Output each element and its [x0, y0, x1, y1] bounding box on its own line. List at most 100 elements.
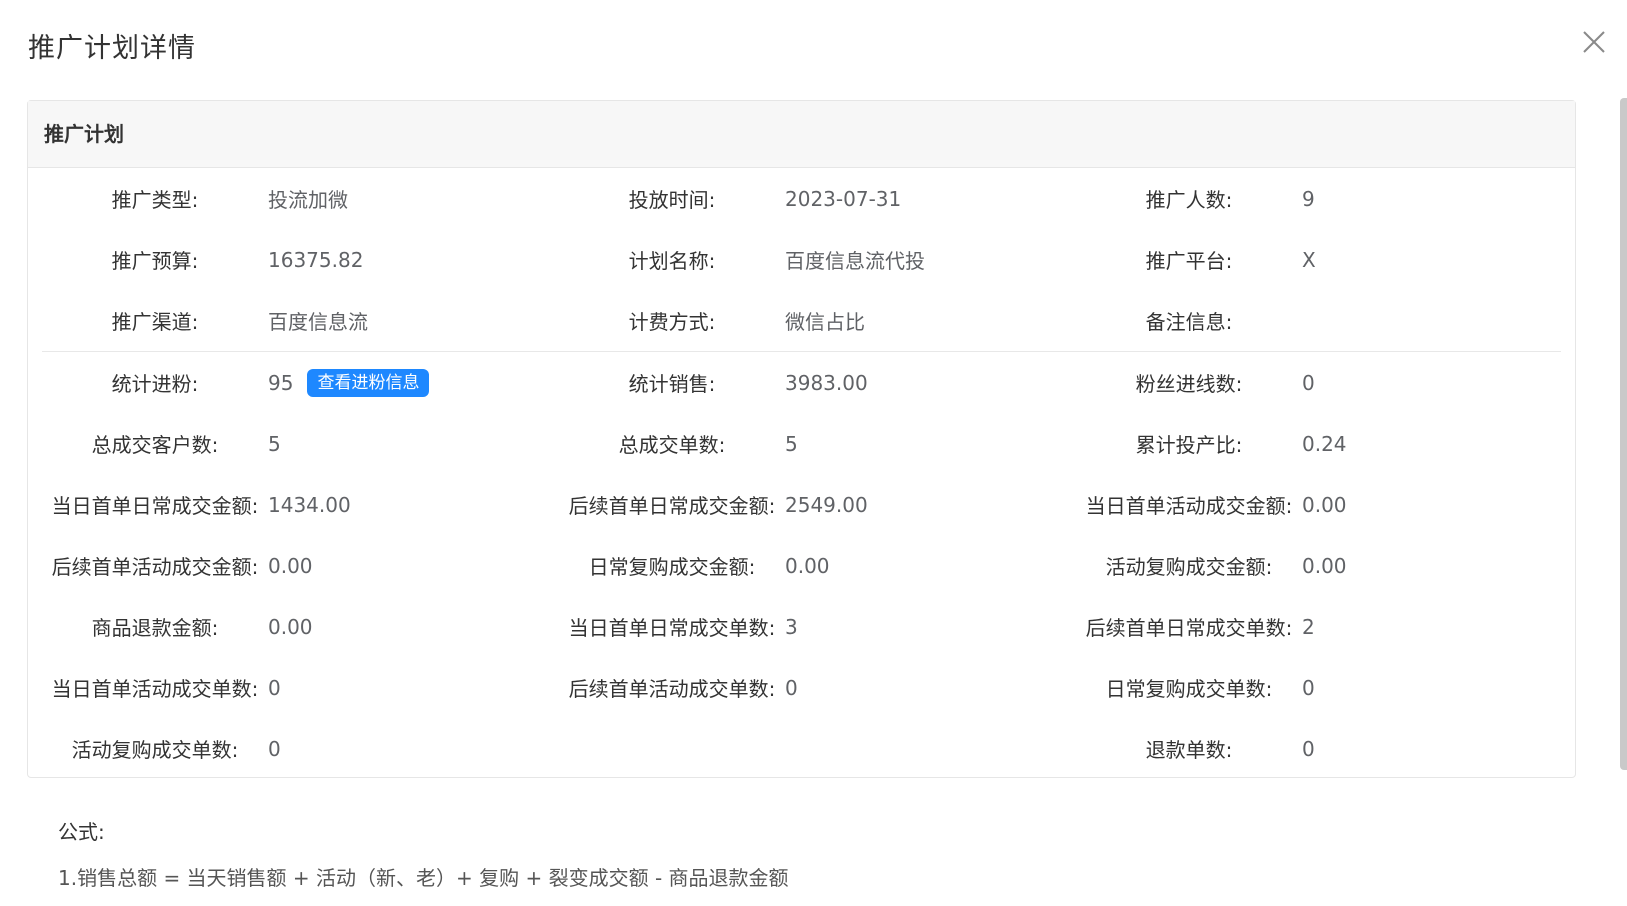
- formula-line: 1.销售总额 = 当天销售额 + 活动（新、老）+ 复购 + 裂变成交额 - 商…: [58, 866, 789, 890]
- detail-value-text: 投流加微: [268, 188, 348, 212]
- detail-value-text: 95: [268, 370, 294, 395]
- detail-label: 备注信息:: [1145, 310, 1233, 334]
- detail-value-text: 百度信息流: [268, 310, 368, 334]
- detail-value: 0.00: [785, 554, 830, 578]
- detail-item: 当日首单日常成交金额: 1434.00: [42, 474, 559, 535]
- detail-label: 投放时间:: [628, 188, 716, 212]
- detail-label: 当日首单日常成交单数:: [568, 616, 776, 640]
- detail-value: 2: [1302, 615, 1315, 639]
- detail-value: 0.00: [1302, 493, 1347, 517]
- detail-value: 0: [268, 676, 281, 700]
- detail-item: 推广平台: X: [1076, 229, 1593, 290]
- detail-value-text: 0: [1302, 370, 1315, 395]
- detail-value-text: 0.00: [1302, 492, 1347, 517]
- detail-value-text: 5: [268, 431, 281, 456]
- detail-item: 粉丝进线数: 0: [1076, 352, 1593, 413]
- detail-item: 活动复购成交金额: 0.00: [1076, 535, 1593, 596]
- detail-label: 统计销售:: [628, 372, 716, 396]
- detail-label: 当日首单活动成交金额:: [1085, 494, 1293, 518]
- detail-item: 退款单数: 0: [1076, 718, 1593, 779]
- detail-label: 统计进粉:: [111, 372, 199, 396]
- detail-item: 当日首单活动成交单数: 0: [42, 657, 559, 718]
- card-header: 推广计划: [28, 101, 1575, 168]
- detail-value-text: 5: [785, 431, 798, 456]
- detail-label: 推广平台:: [1145, 249, 1233, 273]
- detail-label: 商品退款金额:: [91, 616, 219, 640]
- detail-value: 5: [785, 432, 798, 456]
- detail-item: 计费方式: 微信占比: [559, 290, 1076, 351]
- detail-item: 日常复购成交金额: 0.00: [559, 535, 1076, 596]
- plan-card: 推广计划 推广类型: 投流加微 投放时间: 2023-07-31 推广人数: 9 推广预算:…: [27, 100, 1576, 778]
- detail-value-text: 百度信息流代投: [785, 249, 925, 273]
- detail-value-text: 0.00: [268, 553, 313, 578]
- detail-value: 百度信息流代投: [785, 245, 925, 274]
- detail-value-text: 0.00: [1302, 553, 1347, 578]
- detail-item: 投放时间: 2023-07-31: [559, 168, 1076, 229]
- detail-value: 1434.00: [268, 493, 351, 517]
- stats-grid: 统计进粉: 95 查看进粉信息 统计销售: 3983.00 粉丝进线数: 0 总成交客户数: 5…: [42, 352, 1561, 779]
- detail-label: 粉丝进线数:: [1135, 372, 1243, 396]
- detail-item: 总成交单数: 5: [559, 413, 1076, 474]
- detail-item: 后续首单活动成交金额: 0.00: [42, 535, 559, 596]
- detail-value: 0.24: [1302, 432, 1347, 456]
- detail-label: 总成交单数:: [618, 433, 726, 457]
- detail-value-text: X: [1302, 247, 1316, 272]
- detail-item: 当日首单活动成交金额: 0.00: [1076, 474, 1593, 535]
- detail-item: 商品退款金额: 0.00: [42, 596, 559, 657]
- view-fans-info-button[interactable]: 查看进粉信息: [307, 368, 430, 397]
- detail-value: 0.00: [268, 615, 313, 639]
- detail-item: 统计销售: 3983.00: [559, 352, 1076, 413]
- detail-label: 后续首单活动成交金额:: [51, 555, 259, 579]
- detail-value-text: 16375.82: [268, 247, 364, 272]
- detail-value: 投流加微: [268, 184, 348, 213]
- detail-item: 累计投产比: 0.24: [1076, 413, 1593, 474]
- detail-item: 当日首单日常成交单数: 3: [559, 596, 1076, 657]
- detail-value: 9: [1302, 187, 1315, 211]
- detail-label: 后续首单日常成交单数:: [1085, 616, 1293, 640]
- detail-item: 备注信息:: [1076, 290, 1593, 351]
- detail-item: 统计进粉: 95 查看进粉信息: [42, 352, 559, 413]
- detail-value-text: 0: [1302, 736, 1315, 761]
- detail-label: 退款单数:: [1145, 738, 1233, 762]
- detail-value: X: [1302, 248, 1316, 272]
- detail-item: 总成交客户数: 5: [42, 413, 559, 474]
- detail-value: 0.00: [268, 554, 313, 578]
- detail-item: 推广人数: 9: [1076, 168, 1593, 229]
- detail-label: 计费方式:: [628, 310, 716, 334]
- detail-label: 当日首单活动成交单数:: [51, 677, 259, 701]
- detail-value-text: 0.00: [785, 553, 830, 578]
- detail-value-text: 2549.00: [785, 492, 868, 517]
- detail-value: 95 查看进粉信息: [268, 368, 430, 397]
- detail-value: 0: [268, 737, 281, 761]
- detail-value: 0: [1302, 737, 1315, 761]
- detail-label: 推广类型:: [111, 188, 199, 212]
- detail-value-text: 9: [1302, 186, 1315, 211]
- detail-label: 日常复购成交单数:: [1105, 677, 1273, 701]
- detail-label: 计划名称:: [628, 249, 716, 273]
- detail-value-text: 0.00: [268, 614, 313, 639]
- detail-value-text: 1434.00: [268, 492, 351, 517]
- detail-label: 总成交客户数:: [91, 433, 219, 457]
- dialog-title: 推广计划详情: [28, 33, 196, 64]
- close-icon[interactable]: [1580, 28, 1608, 56]
- detail-item: 计划名称: 百度信息流代投: [559, 229, 1076, 290]
- detail-value: 0: [1302, 371, 1315, 395]
- detail-value-text: 0: [1302, 675, 1315, 700]
- detail-label: 后续首单活动成交单数:: [568, 677, 776, 701]
- detail-value-text: 0: [268, 675, 281, 700]
- detail-label: 日常复购成交金额:: [588, 555, 756, 579]
- detail-value-text: 3: [785, 614, 798, 639]
- detail-item: 活动复购成交单数: 0: [42, 718, 559, 779]
- detail-value: 0: [1302, 676, 1315, 700]
- detail-item: 后续首单日常成交单数: 2: [1076, 596, 1593, 657]
- detail-label: 累计投产比:: [1135, 433, 1243, 457]
- detail-value: 0: [785, 676, 798, 700]
- detail-value: 16375.82: [268, 248, 363, 272]
- detail-item: 后续首单活动成交单数: 0: [559, 657, 1076, 718]
- detail-value: 2549.00: [785, 493, 868, 517]
- detail-item: 日常复购成交单数: 0: [1076, 657, 1593, 718]
- detail-value: 3: [785, 615, 798, 639]
- detail-value-text: 0: [268, 736, 281, 761]
- detail-value: 微信占比: [785, 306, 865, 335]
- scrollbar[interactable]: [1620, 98, 1627, 770]
